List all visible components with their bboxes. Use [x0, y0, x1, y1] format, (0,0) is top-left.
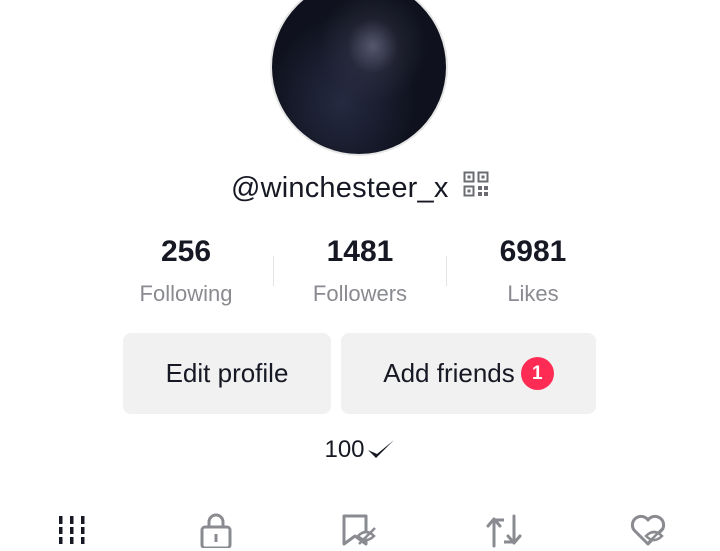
saved-hidden-icon	[342, 514, 376, 546]
stat-divider	[446, 256, 447, 286]
stat-following[interactable]: 256 Following	[106, 232, 266, 316]
qr-code-icon[interactable]	[463, 171, 489, 202]
edit-profile-label: Edit profile	[165, 358, 289, 388]
stat-divider	[273, 256, 274, 286]
notification-badge: 1	[520, 357, 554, 390]
username: @winchesteer_x	[230, 172, 449, 204]
repost-icon	[486, 514, 522, 548]
likes-label: Likes	[507, 281, 559, 306]
tab-liked[interactable]	[618, 508, 678, 551]
tab-reposts[interactable]	[474, 508, 534, 551]
username-row: @winchesteer_x	[0, 171, 720, 212]
profile-bio: 100	[0, 436, 720, 464]
likes-count: 6981	[499, 235, 567, 268]
following-count: 256	[160, 235, 212, 268]
tab-private[interactable]	[186, 508, 246, 551]
followers-count: 1481	[326, 235, 394, 268]
stat-likes[interactable]: 6981 Likes	[453, 232, 613, 316]
profile-avatar[interactable]	[270, 0, 448, 156]
profile-tab-bar	[0, 508, 720, 551]
tab-videos[interactable]	[42, 508, 102, 551]
edit-profile-button[interactable]: Edit profile	[123, 333, 331, 414]
liked-hidden-icon	[630, 514, 666, 546]
stat-followers[interactable]: 1481 Followers	[280, 232, 440, 316]
lock-icon	[200, 513, 232, 548]
checkmark-icon	[367, 439, 394, 458]
followers-label: Followers	[312, 281, 408, 306]
following-label: Following	[139, 281, 233, 306]
avatar-image	[272, 0, 446, 154]
bio-text: 100	[324, 436, 365, 463]
tab-saved[interactable]	[330, 508, 390, 551]
videos-grid-icon	[56, 516, 88, 544]
add-friends-button[interactable]: Add friends 1	[341, 333, 596, 414]
add-friends-label: Add friends	[383, 358, 515, 388]
profile-stats: 256 Following 1481 Followers 6981 Likes	[0, 232, 720, 312]
